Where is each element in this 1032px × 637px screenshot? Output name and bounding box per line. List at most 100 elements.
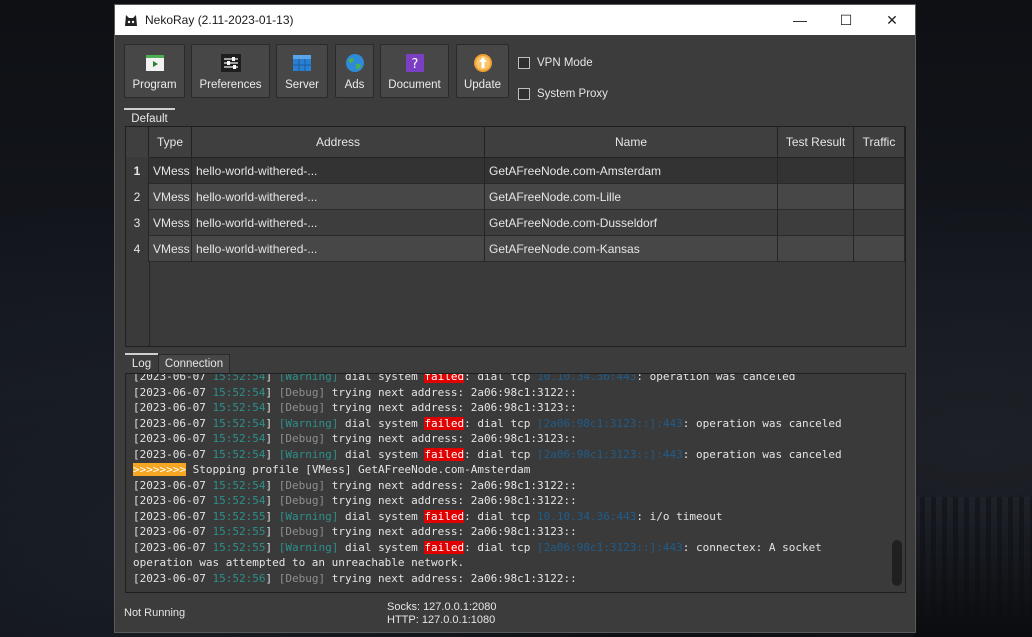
log-address: 10.10.34.36:443 [537,373,637,383]
log-level: [Debug] [278,385,326,399]
log-level: [Debug] [278,401,326,414]
log-line: [2023-06-07 15:52:54] [Warning] dial sys… [133,416,842,430]
svg-text:?: ? [411,57,418,72]
log-line: [2023-06-07 15:52:54] [Warning] dial sys… [133,373,887,385]
table-row[interactable]: 4 VMess hello-world-withered-... GetAFre… [126,236,905,262]
cell-name[interactable]: GetAFreeNode.com-Kansas [485,236,778,262]
log-message: : connectex: A socket [682,540,822,554]
cell-test-result[interactable] [778,210,854,236]
corner-header[interactable] [126,127,149,157]
log-failed: failed [424,416,465,430]
log-time: 15:52:54 [212,447,266,461]
log-line: [2023-06-07 15:52:54] [Debug] trying nex… [133,432,577,445]
table-row[interactable]: 3 VMess hello-world-withered-... GetAFre… [126,210,905,236]
cell-address[interactable]: hello-world-withered-... [192,210,485,236]
vpn-mode-checkbox[interactable]: VPN Mode [518,57,593,69]
cell-traffic[interactable] [854,158,905,184]
log-time: 15:52:54 [212,401,266,414]
nekoray-window: NekoRay (2.11-2023-01-13) — ☐ ✕ Program … [114,4,916,633]
cell-traffic[interactable] [854,210,905,236]
cell-address[interactable]: hello-world-withered-... [192,158,485,184]
row-number[interactable]: 2 [126,184,149,210]
tab-connection[interactable]: Connection [158,354,230,374]
cell-type[interactable]: VMess [149,158,192,184]
log-level: [Warning] [278,540,339,554]
maximize-button[interactable]: ☐ [823,5,869,35]
desktop-wallpaper-buildings [914,497,1032,637]
log-scrollbar[interactable] [891,376,903,590]
log-level: [Debug] [278,432,326,445]
log-time: 15:52:54 [212,494,266,507]
log-time: 15:52:54 [212,432,266,445]
ads-button[interactable]: Ads [335,44,374,98]
cell-address[interactable]: hello-world-withered-... [192,236,485,262]
log-failed: failed [424,374,465,383]
checkbox-box[interactable] [518,88,530,100]
log-plain: operation was attempted to an unreachabl… [133,556,465,569]
log-message: trying next address: 2a06:98c1:3122:: [325,571,577,585]
column-header-test-result[interactable]: Test Result [778,127,854,157]
cell-type[interactable]: VMess [149,184,192,210]
cell-name[interactable]: GetAFreeNode.com-Dusseldorf [485,210,778,236]
cell-traffic[interactable] [854,236,905,262]
column-header-traffic[interactable]: Traffic [854,127,905,157]
log-line: [2023-06-07 15:52:54] [Debug] trying nex… [133,478,577,492]
log-failed: failed [424,447,465,461]
column-header-name[interactable]: Name [485,127,778,157]
cell-name[interactable]: GetAFreeNode.com-Lille [485,184,778,210]
system-proxy-checkbox[interactable]: System Proxy [518,88,608,100]
nekoray-app-icon [125,15,137,26]
log-view[interactable]: [2023-06-07 15:52:54] [Warning] dial sys… [125,373,906,593]
cell-test-result[interactable] [778,236,854,262]
log-address: [2a06:98c1:3123::]:443 [537,416,683,430]
log-message: : dial tcp [464,447,538,461]
preferences-button[interactable]: Preferences [191,44,270,98]
log-line: [2023-06-07 15:52:56] [Debug] trying nex… [133,571,577,585]
cell-type[interactable]: VMess [149,210,192,236]
cell-name[interactable]: GetAFreeNode.com-Amsterdam [485,158,778,184]
tab-log[interactable]: Log [125,353,158,373]
row-number[interactable]: 4 [126,236,149,262]
log-line: [2023-06-07 15:52:55] [Warning] dial sys… [133,540,822,554]
column-header-address[interactable]: Address [192,127,485,157]
log-date: [2023-06-07 [133,571,213,585]
log-message: : dial tcp [464,509,538,523]
update-icon [473,53,493,73]
cell-traffic[interactable] [854,184,905,210]
title-bar[interactable]: NekoRay (2.11-2023-01-13) — ☐ ✕ [115,5,915,35]
log-message: trying next address: 2a06:98c1:3123:: [325,401,577,414]
log-message: : i/o timeout [636,509,723,523]
cell-address[interactable]: hello-world-withered-... [192,184,485,210]
cell-type[interactable]: VMess [149,236,192,262]
tab-default-group[interactable]: Default [124,108,175,128]
log-message: : operation was canceled [636,373,796,383]
log-level: [Warning] [278,373,339,383]
log-date: [2023-06-07 [133,478,213,492]
cell-test-result[interactable] [778,158,854,184]
log-level: [Warning] [278,509,339,523]
checkbox-box[interactable] [518,57,530,69]
column-header-type[interactable]: Type [149,127,192,157]
row-number[interactable]: 1 [126,158,149,184]
minimize-button[interactable]: — [777,5,823,35]
row-number[interactable]: 3 [126,210,149,236]
log-date: [2023-06-07 [133,525,213,538]
update-button[interactable]: Update [456,44,509,98]
log-time: 15:52:54 [212,385,266,399]
status-proxy-info: Socks: 127.0.0.1:2080 HTTP: 127.0.0.1:10… [387,601,496,627]
table-row[interactable]: 2 VMess hello-world-withered-... GetAFre… [126,184,905,210]
table-row[interactable]: 1 VMess hello-world-withered-... GetAFre… [126,158,905,184]
log-failed: failed [424,509,465,523]
server-button[interactable]: Server [276,44,328,98]
log-line: [2023-06-07 15:52:54] [Debug] trying nex… [133,385,577,399]
document-button[interactable]: ? Document [380,44,449,98]
log-date: [2023-06-07 [133,509,213,523]
log-scrollbar-thumb[interactable] [892,540,902,586]
cell-test-result[interactable] [778,184,854,210]
log-failed: failed [424,540,465,554]
program-button[interactable]: Program [124,44,185,98]
log-date: [2023-06-07 [133,447,213,461]
server-icon [292,53,312,73]
close-button[interactable]: ✕ [869,5,915,35]
program-icon [145,53,165,73]
